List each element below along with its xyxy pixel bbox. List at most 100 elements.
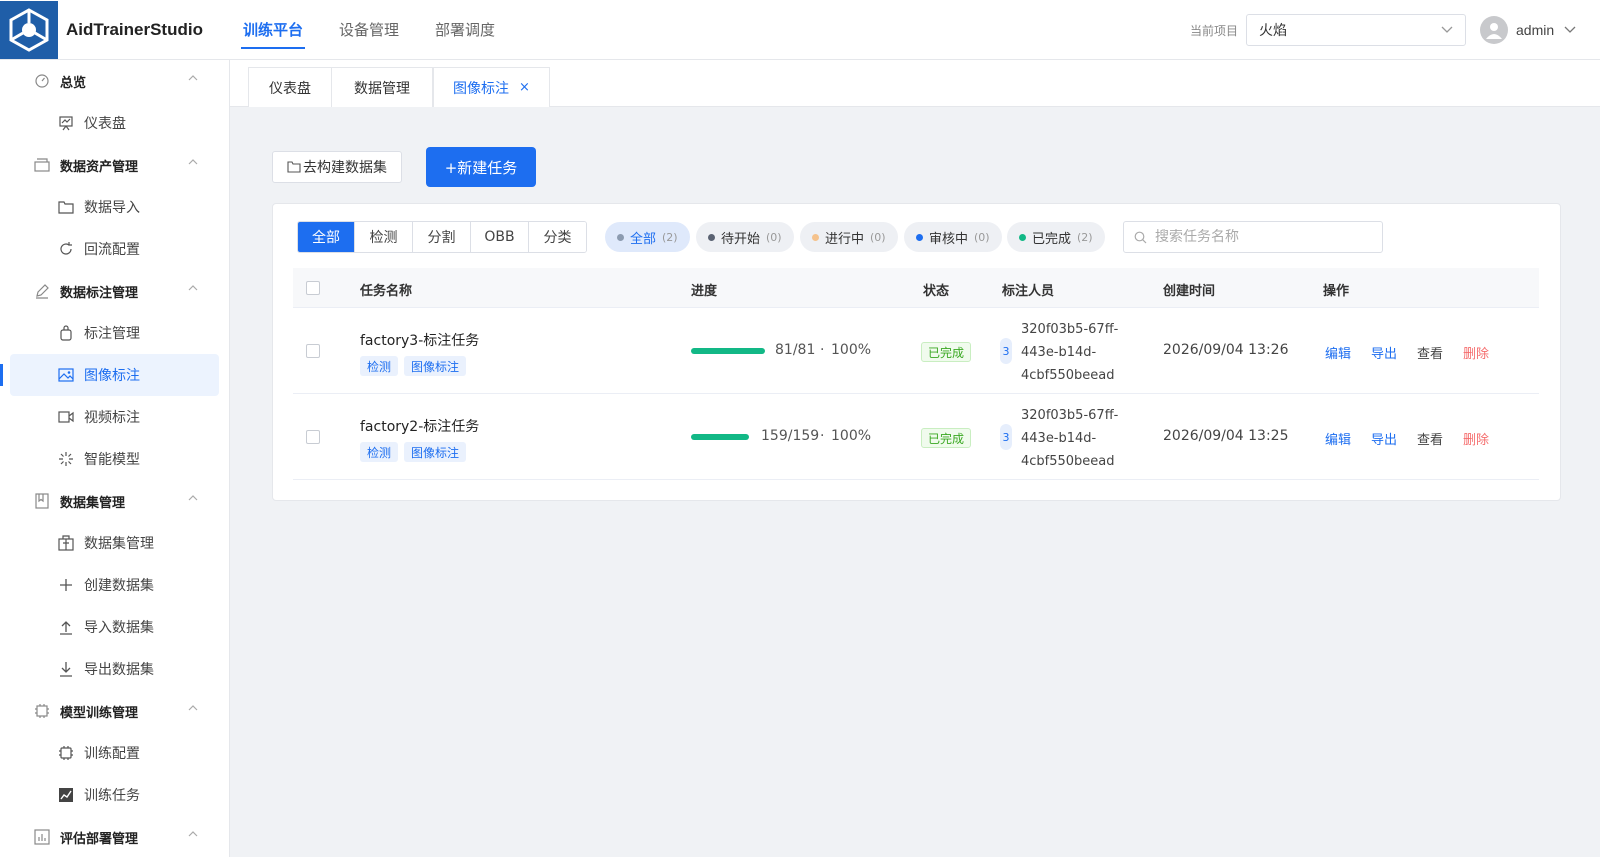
export-link[interactable]: 导出 <box>1371 429 1397 448</box>
upload-icon <box>58 619 74 635</box>
delete-link[interactable]: 删除 <box>1463 343 1489 362</box>
sidebar-item-import-dataset[interactable]: 导入数据集 <box>0 606 219 648</box>
sidebar-group-eval-deploy[interactable]: 评估部署管理 <box>0 816 229 857</box>
top-nav-deploy[interactable]: 部署调度 <box>421 0 509 60</box>
status-filter-label: 待开始 <box>721 231 761 247</box>
box-icon <box>34 157 50 173</box>
video-camera-icon <box>58 409 74 425</box>
tab-label: 数据管理 <box>354 80 410 97</box>
column-header-actions: 操作 <box>1323 284 1350 299</box>
chevron-up-icon <box>188 831 198 837</box>
progress-separator: · <box>820 342 825 358</box>
type-filter-detect[interactable]: 检测 <box>354 222 412 252</box>
sidebar-group-annotation[interactable]: 数据标注管理 <box>0 270 229 312</box>
plus-icon <box>58 577 74 593</box>
status-badge: 已完成 <box>921 342 972 362</box>
annotator-id-line: 320f03b5-67ff- <box>1021 322 1119 337</box>
chevron-up-icon <box>188 705 198 711</box>
task-name[interactable]: factory2-标注任务 <box>360 416 479 436</box>
status-dot <box>708 233 715 241</box>
edit-link[interactable]: 编辑 <box>1325 429 1351 448</box>
sidebar-item-label: 回流配置 <box>84 242 140 258</box>
sidebar-group-data-assets[interactable]: 数据资产管理 <box>0 144 229 186</box>
edit-link[interactable]: 编辑 <box>1325 343 1351 362</box>
sidebar-item-label: 导出数据集 <box>84 662 154 678</box>
line-chart-icon <box>58 787 74 803</box>
sidebar-group-label: 总览 <box>60 75 87 91</box>
chevron-up-icon <box>188 495 198 501</box>
search-box <box>1123 221 1383 253</box>
build-dataset-button[interactable]: 去构建数据集 <box>272 151 402 183</box>
type-filter: 全部 检测 分割 OBB 分类 <box>297 221 587 253</box>
sidebar-item-create-dataset[interactable]: 创建数据集 <box>0 564 219 606</box>
row-checkbox[interactable] <box>306 344 320 358</box>
sidebar-group-overview[interactable]: 总览 <box>0 60 229 102</box>
type-filter-classify[interactable]: 分类 <box>528 222 586 252</box>
top-nav-devices[interactable]: 设备管理 <box>325 0 413 60</box>
sidebar-item-label: 数据导入 <box>84 200 140 216</box>
progress-count: 81/81 <box>775 342 816 358</box>
type-filter-all[interactable]: 全部 <box>298 222 354 252</box>
sidebar-item-backflow-config[interactable]: 回流配置 <box>0 228 219 270</box>
row-checkbox[interactable] <box>306 430 320 444</box>
type-filter-segment[interactable]: 分割 <box>412 222 470 252</box>
delete-link[interactable]: 删除 <box>1463 429 1489 448</box>
sidebar-item-smart-model[interactable]: 智能模型 <box>0 438 219 480</box>
project-select[interactable]: 火焰 <box>1246 14 1467 46</box>
chevron-up-icon <box>188 159 198 165</box>
tab-dashboard[interactable]: 仪表盘 <box>248 67 332 107</box>
progress-percent: 100% <box>831 342 872 358</box>
status-filter-pending[interactable]: 待开始 (0) <box>696 222 794 252</box>
package-icon <box>58 535 74 551</box>
new-task-button[interactable]: +新建任务 <box>426 147 536 187</box>
sidebar-item-training-config[interactable]: 训练配置 <box>0 732 219 774</box>
sidebar-group-training[interactable]: 模型训练管理 <box>0 690 229 732</box>
search-input[interactable] <box>1155 229 1355 245</box>
sidebar-item-dashboard[interactable]: 仪表盘 <box>0 102 219 144</box>
export-link[interactable]: 导出 <box>1371 343 1397 362</box>
app-logo[interactable] <box>0 0 58 59</box>
sidebar-item-label: 创建数据集 <box>84 578 154 594</box>
sidebar-item-image-annotation[interactable]: 图像标注 <box>0 354 219 396</box>
column-header-created: 创建时间 <box>1163 284 1216 299</box>
logo-icon <box>9 7 49 52</box>
top-nav-training[interactable]: 训练平台 <box>229 0 317 60</box>
sidebar-group-label: 数据集管理 <box>60 495 126 511</box>
status-filter-completed[interactable]: 已完成 (2) <box>1007 222 1105 252</box>
folder-open-icon <box>58 199 74 215</box>
type-filter-obb[interactable]: OBB <box>470 222 528 252</box>
download-icon <box>58 661 74 677</box>
view-link[interactable]: 查看 <box>1417 429 1443 448</box>
search-icon <box>1134 231 1147 243</box>
sidebar-item-video-annotation[interactable]: 视频标注 <box>0 396 219 438</box>
sidebar-item-training-tasks[interactable]: 训练任务 <box>0 774 219 816</box>
status-filter-count: (0) <box>870 230 886 244</box>
table-row: factory2-标注任务 检测 图像标注 159/159 · 100% 已完成… <box>293 394 1539 480</box>
status-filter-in-progress[interactable]: 进行中 (0) <box>800 222 898 252</box>
status-badge: 已完成 <box>921 428 972 448</box>
sidebar-item-data-import[interactable]: 数据导入 <box>0 186 219 228</box>
column-header-name: 任务名称 <box>360 284 413 299</box>
tab-image-annotation[interactable]: 图像标注 × <box>433 67 550 107</box>
status-filter-label: 进行中 <box>825 231 865 247</box>
sidebar-item-annotation-management[interactable]: 标注管理 <box>0 312 219 354</box>
sidebar-item-export-dataset[interactable]: 导出数据集 <box>0 648 219 690</box>
sidebar-item-dataset-management[interactable]: 数据集管理 <box>0 522 219 564</box>
annotator-id: 320f03b5-67ff- 443e-b14d- 4cbf550beead <box>1021 318 1131 387</box>
progress-bar <box>691 348 765 354</box>
close-icon[interactable]: × <box>519 80 530 95</box>
view-link[interactable]: 查看 <box>1417 343 1443 362</box>
sidebar-group-dataset[interactable]: 数据集管理 <box>0 480 229 522</box>
status-dot <box>1019 233 1026 241</box>
select-all-checkbox[interactable] <box>306 281 320 295</box>
tab-data-management[interactable]: 数据管理 <box>331 67 433 107</box>
task-name[interactable]: factory3-标注任务 <box>360 330 479 350</box>
sidebar-item-label: 数据集管理 <box>84 536 154 552</box>
status-filter-reviewing[interactable]: 审核中 (0) <box>904 222 1002 252</box>
column-header-annotator: 标注人员 <box>1002 284 1055 299</box>
dashboard-gauge-icon <box>34 73 50 89</box>
user-menu[interactable]: admin <box>1480 16 1576 44</box>
status-filter-all[interactable]: 全部 (2) <box>605 222 690 252</box>
status-filter-count: (0) <box>766 230 782 244</box>
sidebar-item-label: 训练配置 <box>84 746 140 762</box>
